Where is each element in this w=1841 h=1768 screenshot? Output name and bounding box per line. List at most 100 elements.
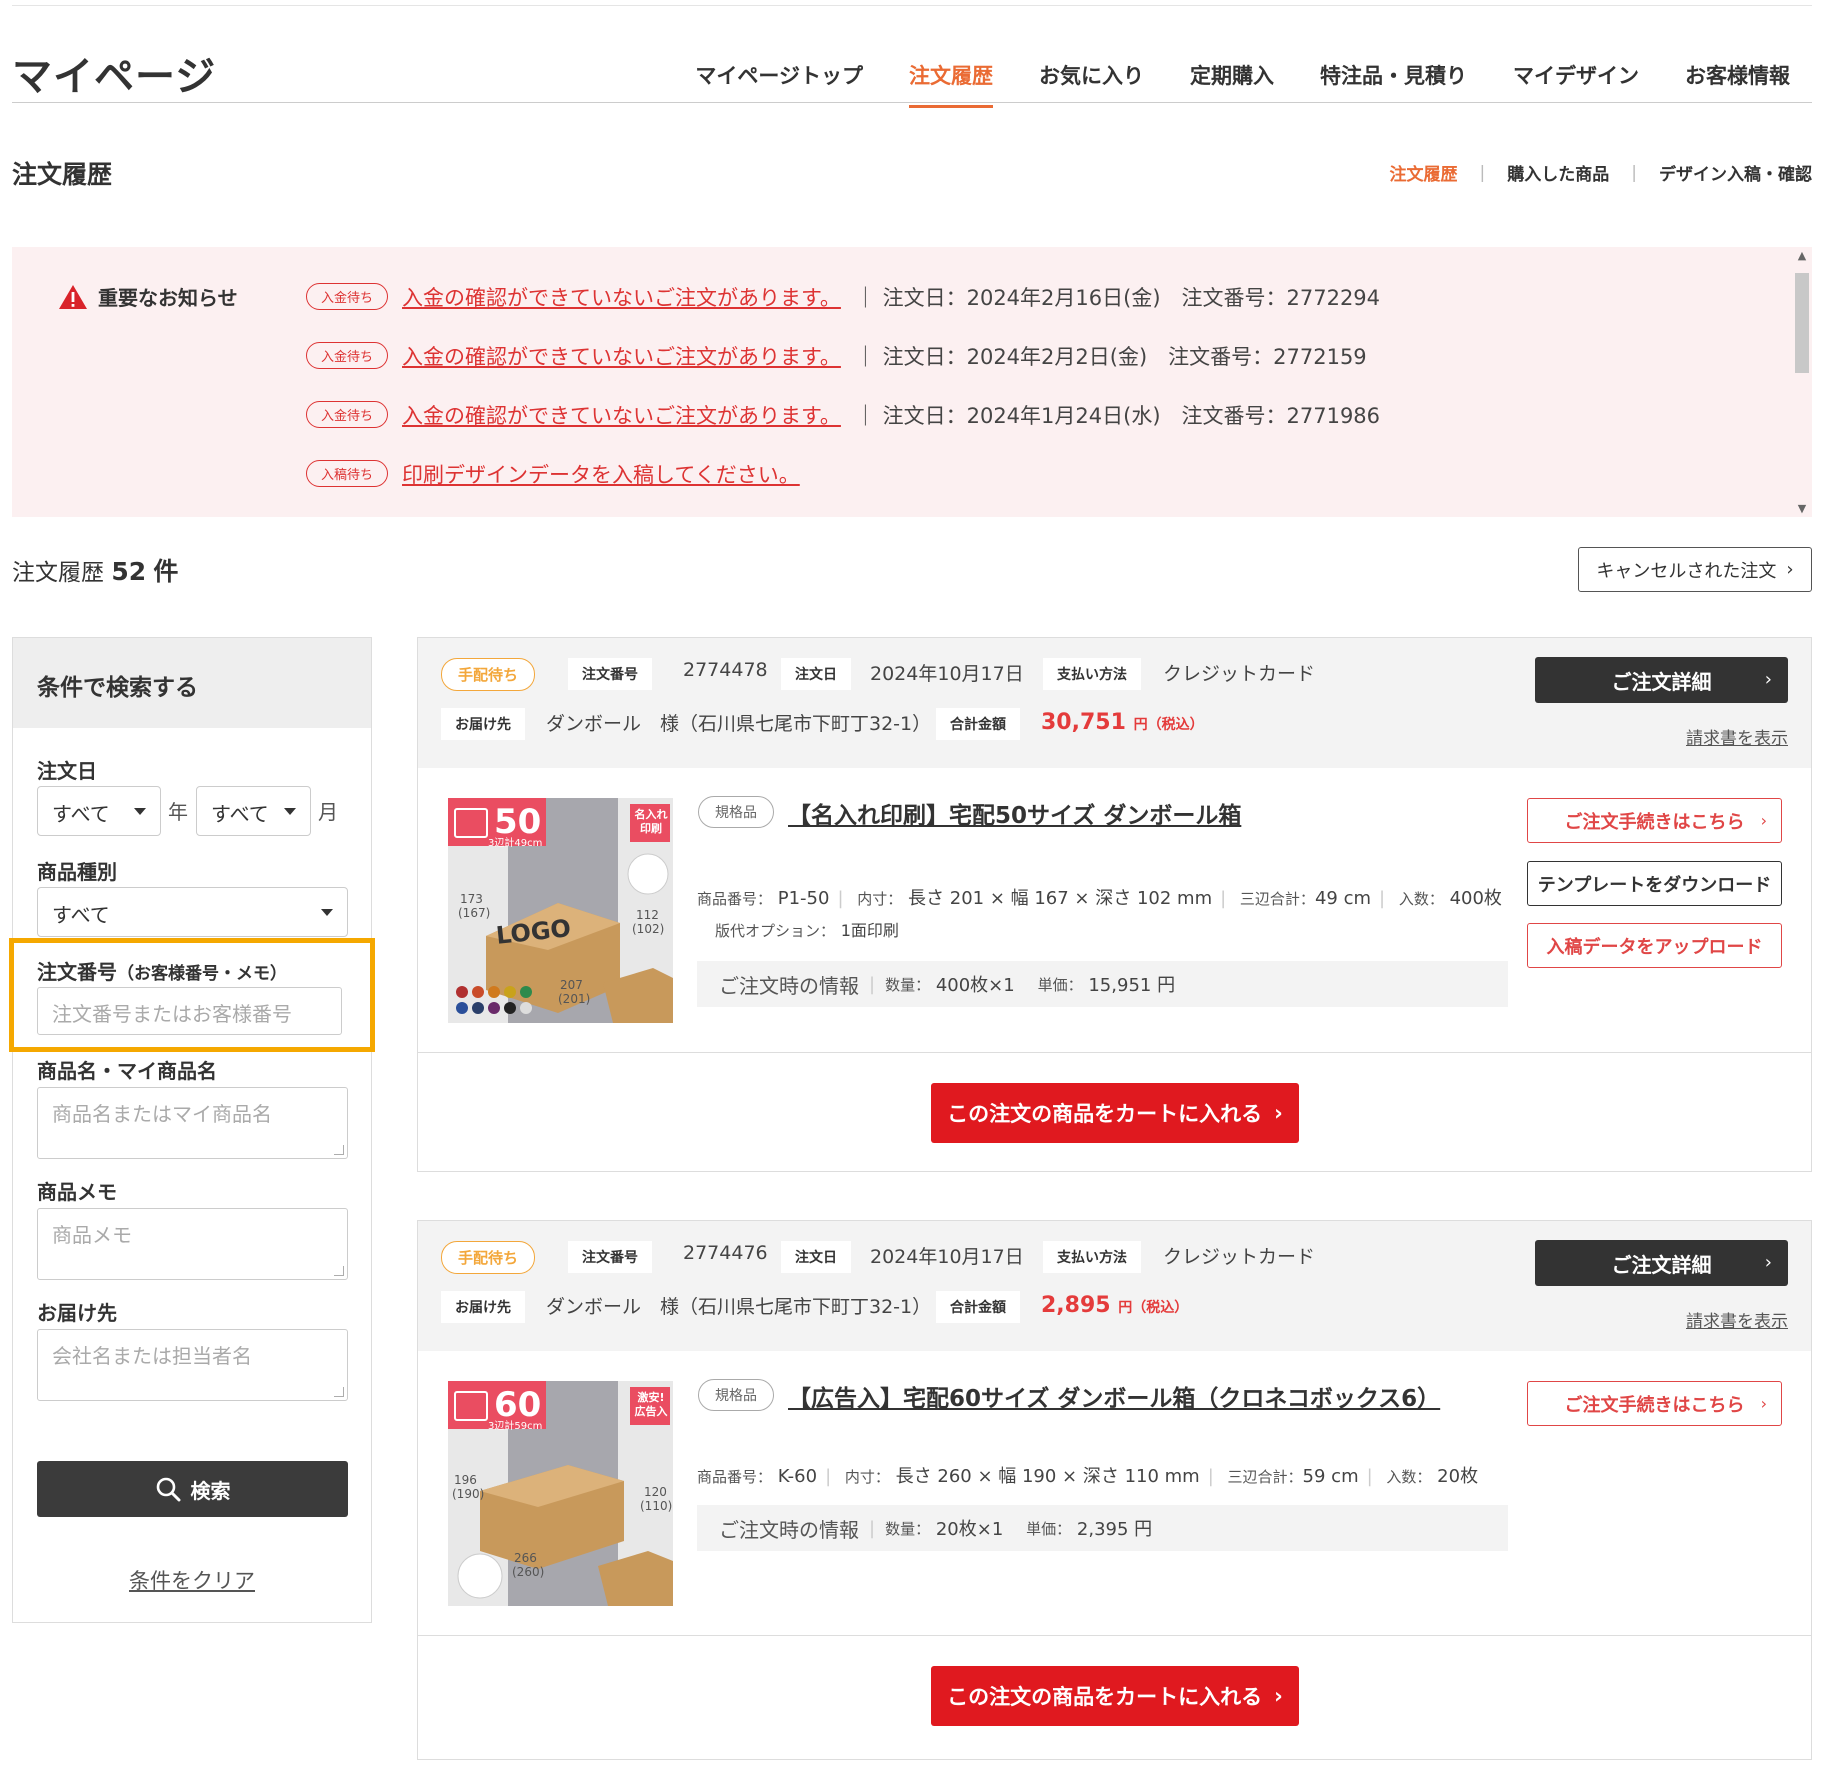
- order-number: 2774476: [683, 1242, 768, 1264]
- year-unit: 年: [168, 800, 188, 824]
- section-title: 注文履歴: [12, 160, 113, 189]
- cancelled-orders-button[interactable]: キャンセルされた注文 ›: [1578, 547, 1812, 592]
- order-header: 手配待ち 注文番号 2774478 注文日 2024年10月17日 支払い方法 …: [418, 638, 1811, 768]
- nav-my-design[interactable]: マイデザイン: [1513, 60, 1639, 108]
- order-date-tag: 注文日: [781, 1241, 851, 1273]
- scroll-thumb[interactable]: [1795, 273, 1809, 373]
- nav-order-history[interactable]: 注文履歴: [909, 60, 993, 108]
- product-name-label: 商品名・マイ商品名: [37, 1059, 217, 1083]
- notice-heading: 重要なお知らせ: [58, 282, 238, 311]
- upload-data-button[interactable]: 入稿データをアップロード: [1527, 923, 1782, 968]
- resize-grip-icon[interactable]: [334, 1266, 344, 1276]
- destination-tag: お届け先: [441, 708, 525, 740]
- order-procedure-button[interactable]: ご注文手続きはこちら ›: [1527, 798, 1782, 843]
- notice-item: 入金待ち 入金の確認ができていないご注文があります。 ｜ 注文日：2024年2月…: [306, 341, 1380, 400]
- product-memo-label: 商品メモ: [37, 1180, 117, 1204]
- notice-item: 入金待ち 入金の確認ができていないご注文があります。 ｜ 注文日：2024年2月…: [306, 282, 1380, 341]
- nav-subscription[interactable]: 定期購入: [1190, 60, 1274, 108]
- year-select[interactable]: すべて: [37, 786, 161, 836]
- main-nav: マイページトップ 注文履歴 お気に入り 定期購入 特注品・見積り マイデザイン …: [695, 60, 1790, 108]
- box-icon: [454, 808, 488, 838]
- chevron-right-icon: ›: [1786, 559, 1794, 580]
- notice-link[interactable]: 入金の確認ができていないご注文があります。: [402, 400, 841, 430]
- payment-method: クレジットカード: [1163, 663, 1316, 685]
- scroll-up-icon[interactable]: ▲: [1792, 249, 1812, 262]
- product-image: 50 3辺計49cm 名入れ印刷 LOGO 173 (167) 112 (102…: [448, 798, 673, 1023]
- order-header: 手配待ち 注文番号 2774476 注文日 2024年10月17日 支払い方法 …: [418, 1221, 1811, 1351]
- product-memo-input[interactable]: 商品メモ: [37, 1208, 348, 1280]
- order-date: 2024年10月17日: [870, 1246, 1024, 1268]
- notice-link[interactable]: 入金の確認ができていないご注文があります。: [402, 282, 841, 312]
- destination: ダンボール 様（石川県七尾市下町丁32-1）: [546, 1296, 932, 1318]
- notice-badge: 入金待ち: [306, 283, 389, 310]
- invoice-link[interactable]: 請求書を表示: [1686, 1307, 1788, 1332]
- order-time-info: ご注文時の情報 | 数量： 20枚×1 単価： 2,395 円: [697, 1505, 1508, 1551]
- chevron-right-icon: ›: [1764, 669, 1772, 690]
- order-count: 注文履歴 52 件: [12, 557, 179, 586]
- page-title: マイページ: [12, 54, 217, 100]
- nav-customer-info[interactable]: お客様情報: [1685, 60, 1790, 108]
- notice-badge: 入稿待ち: [306, 460, 389, 487]
- download-template-button[interactable]: テンプレートをダウンロード: [1527, 861, 1782, 906]
- product-type-select[interactable]: すべて: [37, 887, 348, 937]
- add-to-cart-button[interactable]: この注文の商品をカートに入れる ›: [931, 1666, 1299, 1726]
- product-tag: 規格品: [698, 1379, 774, 1411]
- product-specs: 商品番号： P1-50 | 内寸： 長さ 201 × 幅 167 × 深さ 102…: [697, 888, 1502, 940]
- top-divider: [12, 5, 1812, 6]
- product-type-label: 商品種別: [37, 860, 117, 884]
- clear-conditions-link[interactable]: 条件をクリア: [13, 1565, 371, 1595]
- notice-scrollbar[interactable]: ▲ ▼: [1792, 247, 1812, 517]
- chevron-right-icon: ›: [1760, 1394, 1767, 1413]
- month-select[interactable]: すべて: [196, 786, 311, 836]
- order-number-input[interactable]: 注文番号またはお客様番号: [37, 987, 342, 1035]
- notice-item: 入金待ち 入金の確認ができていないご注文があります。 ｜ 注文日：2024年1月…: [306, 400, 1380, 459]
- order-number-tag: 注文番号: [568, 658, 652, 690]
- total-amount: 30,751 円（税込）: [1041, 710, 1204, 735]
- order-date: 2024年10月17日: [870, 663, 1024, 685]
- sub-nav: 注文履歴 | 購入した商品 | デザイン入稿・確認: [1390, 160, 1812, 186]
- nav-mypage-top[interactable]: マイページトップ: [695, 60, 863, 108]
- notice-list: 入金待ち 入金の確認ができていないご注文があります。 ｜ 注文日：2024年2月…: [306, 282, 1380, 518]
- product-tag: 規格品: [698, 796, 774, 828]
- notice-item: 入稿待ち 印刷デザインデータを入稿してください。: [306, 459, 1380, 518]
- subnav-purchased-products[interactable]: 購入した商品: [1507, 160, 1609, 185]
- add-to-cart-button[interactable]: この注文の商品をカートに入れる ›: [931, 1083, 1299, 1143]
- box-icon: [454, 1391, 488, 1421]
- nav-favorites[interactable]: お気に入り: [1039, 60, 1144, 108]
- notice-link[interactable]: 印刷デザインデータを入稿してください。: [402, 459, 800, 489]
- order-detail-button[interactable]: ご注文詳細 ›: [1535, 657, 1788, 703]
- order-date-tag: 注文日: [781, 658, 851, 690]
- notice-link[interactable]: 入金の確認ができていないご注文があります。: [402, 341, 841, 371]
- product-name-input[interactable]: 商品名またはマイ商品名: [37, 1087, 348, 1159]
- destination: ダンボール 様（石川県七尾市下町丁32-1）: [546, 713, 932, 735]
- order-detail-button[interactable]: ご注文詳細 ›: [1535, 1240, 1788, 1286]
- payment-tag: 支払い方法: [1043, 1241, 1141, 1273]
- notice-badge: 入金待ち: [306, 401, 389, 428]
- product-name-link[interactable]: 【広告入】宅配60サイズ ダンボール箱（クロネコボックス6）: [788, 1379, 1440, 1413]
- product-specs: 商品番号： K-60 | 内寸： 長さ 260 × 幅 190 × 深さ 110 …: [697, 1466, 1479, 1487]
- nav-custom-quote[interactable]: 特注品・見積り: [1320, 60, 1467, 108]
- resize-grip-icon[interactable]: [334, 1387, 344, 1397]
- search-button[interactable]: 検索: [37, 1461, 348, 1517]
- status-badge: 手配待ち: [441, 1241, 536, 1274]
- resize-grip-icon[interactable]: [334, 1145, 344, 1155]
- total-amount: 2,895 円（税込）: [1041, 1293, 1189, 1318]
- invoice-link[interactable]: 請求書を表示: [1686, 724, 1788, 749]
- status-badge: 手配待ち: [441, 658, 536, 691]
- ad-badge: 激安!広告入: [634, 1391, 668, 1418]
- destination-input[interactable]: 会社名または担当者名: [37, 1329, 348, 1401]
- order-procedure-button[interactable]: ご注文手続きはこちら ›: [1527, 1381, 1782, 1426]
- sidebar-title: 条件で検索する: [13, 638, 371, 728]
- scroll-down-icon[interactable]: ▼: [1792, 502, 1812, 515]
- subnav-design-upload[interactable]: デザイン入稿・確認: [1659, 160, 1812, 185]
- order-item: 60 3辺計59cm 激安!広告入 196 (190) 120 (110) 26…: [418, 1351, 1811, 1636]
- subnav-order-history[interactable]: 注文履歴: [1390, 160, 1458, 185]
- page: マイページ マイページトップ 注文履歴 お気に入り 定期購入 特注品・見積り マ…: [9, 0, 1812, 1768]
- order-footer: この注文の商品をカートに入れる ›: [418, 1053, 1811, 1171]
- chevron-right-icon: ›: [1760, 811, 1767, 830]
- payment-tag: 支払い方法: [1043, 658, 1141, 690]
- chevron-right-icon: ›: [1274, 1101, 1283, 1125]
- total-tag: 合計金額: [936, 708, 1020, 740]
- order-number-tag: 注文番号: [568, 1241, 652, 1273]
- product-name-link[interactable]: 【名入れ印刷】宅配50サイズ ダンボール箱: [788, 796, 1241, 830]
